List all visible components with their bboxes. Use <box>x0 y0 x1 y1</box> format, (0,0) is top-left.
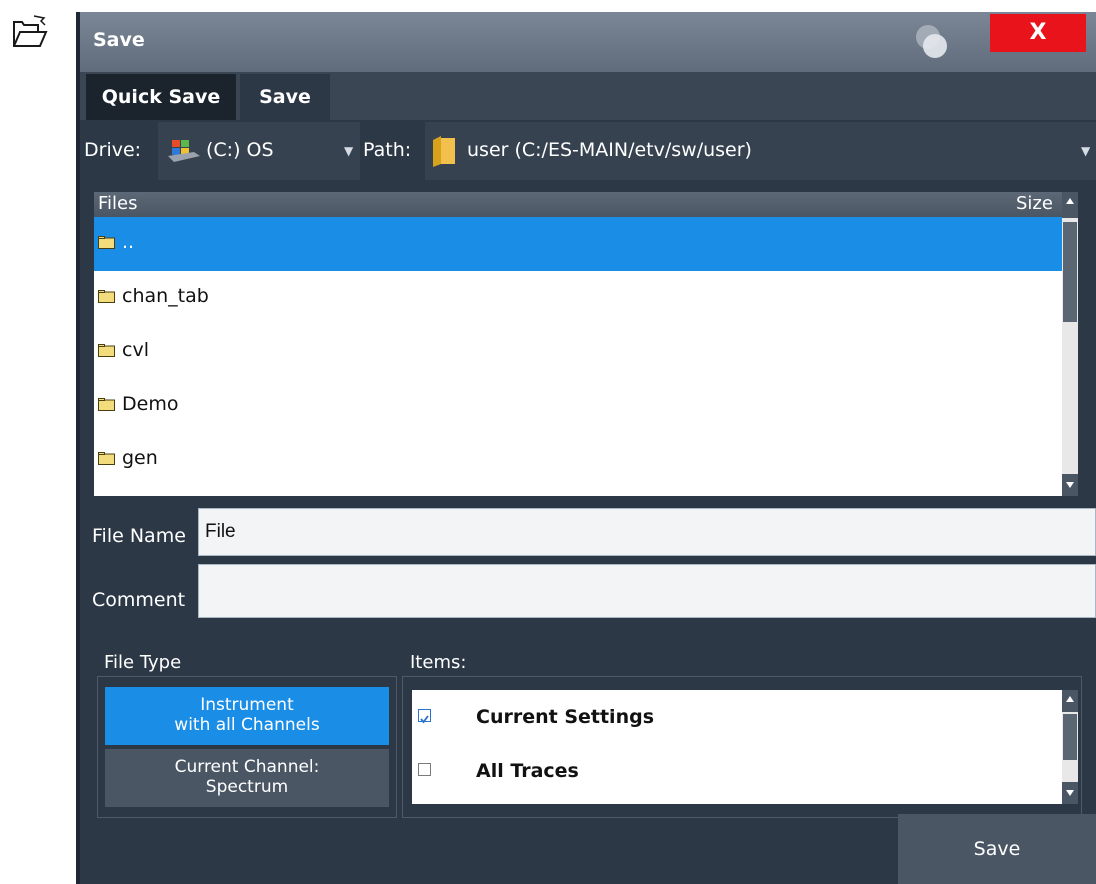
file-row-name: gen <box>122 447 158 469</box>
scroll-thumb[interactable] <box>1063 714 1077 760</box>
dropdown-arrow-icon: ▼ <box>344 144 354 158</box>
items-list: Current Settings All Traces <box>412 690 1062 804</box>
file-type-current-channel-button[interactable]: Current Channel: Spectrum <box>105 749 389 807</box>
file-row[interactable]: cvl <box>94 325 1078 379</box>
check-icon <box>420 715 429 724</box>
folder-icon <box>433 136 455 167</box>
down-arrow-icon <box>1066 790 1074 796</box>
comment-input[interactable] <box>198 564 1096 618</box>
file-list: Files Size .. chan_tab cvl Demo gen <box>94 192 1078 496</box>
comment-label: Comment <box>92 589 186 611</box>
items-label: Items: <box>410 652 467 673</box>
checkbox[interactable] <box>418 763 431 776</box>
folder-icon <box>98 452 115 465</box>
file-row[interactable]: gen <box>94 433 1078 487</box>
item-all-traces[interactable]: All Traces <box>412 750 1062 794</box>
item-label: All Traces <box>476 760 579 782</box>
file-row[interactable]: .. <box>94 217 1078 271</box>
file-type-option-line: Instrument <box>200 695 294 715</box>
up-arrow-icon <box>1066 198 1074 204</box>
folder-icon <box>98 344 115 357</box>
file-row-name: .. <box>122 231 135 253</box>
path-select[interactable]: user (C:/ES-MAIN/etv/sw/user) ▼ <box>425 122 1096 180</box>
drive-select[interactable]: (C:) OS ▼ <box>158 122 360 180</box>
scroll-up-button[interactable] <box>1062 690 1078 712</box>
file-type-option-line: Current Channel: <box>174 757 320 777</box>
file-type-label: File Type <box>104 652 182 673</box>
save-button[interactable]: Save <box>898 814 1096 884</box>
file-row[interactable]: chan_tab <box>94 271 1078 325</box>
dropdown-arrow-icon: ▼ <box>1081 144 1091 158</box>
tab-quick-save[interactable]: Quick Save <box>86 74 236 120</box>
open-folder-icon <box>13 15 48 47</box>
tab-save[interactable]: Save <box>240 74 330 120</box>
up-arrow-icon <box>1066 696 1074 702</box>
file-type-group: Instrument with all Channels Current Cha… <box>97 676 397 818</box>
files-column-header[interactable]: Files <box>98 193 138 214</box>
close-icon: X <box>1029 20 1047 45</box>
item-label: Current Settings <box>476 706 655 728</box>
scroll-down-button[interactable] <box>1062 782 1078 804</box>
size-column-header[interactable]: Size <box>1016 193 1053 214</box>
save-dialog: Save X Quick Save Save Drive: (C:) OS ▼ … <box>80 12 1096 884</box>
file-row-name: chan_tab <box>122 285 209 307</box>
file-row-name: cvl <box>122 339 149 361</box>
folder-icon <box>98 398 115 411</box>
path-value: user (C:/ES-MAIN/etv/sw/user) <box>467 139 752 161</box>
file-list-scrollbar[interactable] <box>1062 192 1078 496</box>
help-icon[interactable] <box>908 19 952 63</box>
scroll-up-button[interactable] <box>1062 192 1078 218</box>
file-row-name: Demo <box>122 393 179 415</box>
close-button[interactable]: X <box>990 14 1086 52</box>
checkbox[interactable] <box>418 709 431 724</box>
drive-label: Drive: <box>84 139 142 161</box>
file-name-label: File Name <box>92 525 186 547</box>
dialog-title: Save <box>93 29 145 51</box>
title-bar: Save X <box>80 12 1096 72</box>
file-type-option-line: Spectrum <box>205 777 289 797</box>
file-type-option-line: with all Channels <box>174 715 320 735</box>
file-row[interactable]: Demo <box>94 379 1078 433</box>
file-name-input[interactable] <box>198 508 1096 556</box>
items-scrollbar[interactable] <box>1062 690 1078 804</box>
item-current-settings[interactable]: Current Settings <box>412 696 1062 740</box>
folder-icon <box>98 290 115 303</box>
drive-icon <box>168 140 200 162</box>
path-label: Path: <box>363 139 412 161</box>
scroll-down-button[interactable] <box>1062 474 1078 496</box>
file-type-instrument-button[interactable]: Instrument with all Channels <box>105 687 389 745</box>
folder-icon <box>98 236 115 249</box>
tab-bar: Quick Save Save <box>80 72 1096 120</box>
drive-value: (C:) OS <box>206 139 274 161</box>
down-arrow-icon <box>1066 482 1074 488</box>
scroll-thumb[interactable] <box>1063 222 1077 322</box>
file-list-header: Files Size <box>94 192 1078 217</box>
